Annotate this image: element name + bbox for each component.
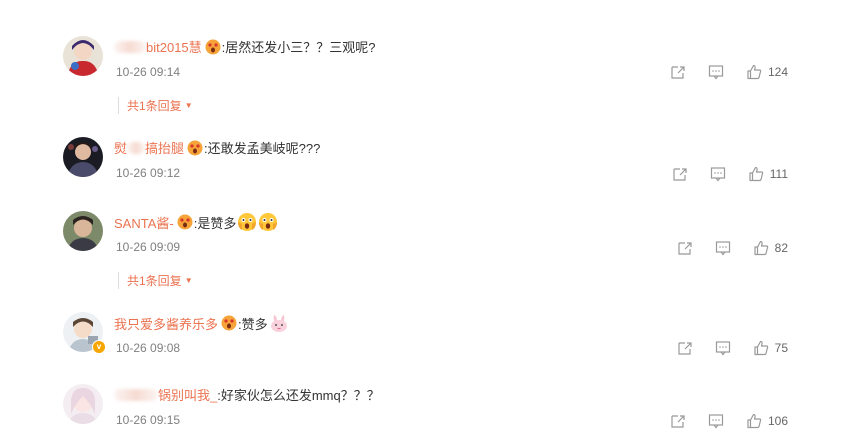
reply-toggle[interactable]: 共1条回复 ▼ [118,272,193,289]
comment-text: :好家伙怎么还发mmq？？？ [217,388,380,403]
avatar-image [63,211,103,251]
like-count: 124 [767,65,788,79]
action-bar: 75 [677,340,788,356]
reply-toggle[interactable]: 共1条回复 ▼ [118,97,193,114]
like-count: 82 [774,241,788,255]
share-button[interactable] [677,340,693,356]
username-prefix: 熨 [114,141,128,156]
verified-badge: v [92,340,106,354]
comment-line: bit2015慧 :居然还发小三？？三观呢? [114,37,376,56]
share-button[interactable] [670,64,686,80]
share-icon [671,66,685,79]
redaction-blur [114,40,146,53]
caret-down-icon: ▼ [184,276,193,285]
comment-line: 锅别叫我_ :好家伙怎么还发mmq？？？ [114,385,380,404]
share-icon [678,242,692,255]
share-button[interactable] [677,240,693,256]
redaction-blur [127,141,146,154]
thumbs-up-icon [747,64,762,80]
like-button[interactable]: 82 [753,240,788,256]
comment-line: SANTA酱- :是赞多 [114,212,278,232]
username-link[interactable]: 锅别叫我_ [158,385,217,404]
comment-text: :还敢发孟美岐呢??? [204,141,321,156]
avatar[interactable] [63,211,103,251]
scream-emoji [205,39,221,55]
comment-line: 我只爱多酱养乐多 :赞多 [114,313,289,333]
avatar[interactable] [63,137,103,177]
comment-button[interactable] [708,413,724,429]
timestamp: 10-26 09:09 [116,240,181,254]
thumbs-up-icon [749,166,763,182]
comment-button[interactable] [710,166,726,182]
caret-down-icon: ▼ [184,101,193,110]
thumbs-up-icon [754,240,768,256]
timestamp: 10-26 09:12 [116,166,181,180]
comment-icon [708,414,724,429]
username-link[interactable]: 搞抬腿 [145,138,184,157]
comment-text: :是赞多 [193,215,237,231]
timestamp: 10-26 09:15 [116,413,181,427]
username-link[interactable]: bit2015慧 [146,37,202,56]
comment-icon [708,65,724,80]
share-icon [673,168,687,181]
action-bar: 106 [670,413,788,429]
share-button[interactable] [670,413,686,429]
comment-button[interactable] [715,240,731,256]
like-button[interactable]: 111 [748,166,788,182]
share-icon [671,415,685,428]
timestamp: 10-26 09:14 [116,65,181,79]
share-icon [678,342,692,355]
avatar-image [63,384,103,424]
like-button[interactable]: 124 [746,64,788,80]
like-count: 111 [769,167,788,181]
action-bar: 82 [677,240,788,256]
like-count: 75 [774,341,788,355]
comment-icon [715,241,730,256]
reply-label: 共1条回复 [127,99,182,113]
thumbs-up-icon [754,340,768,356]
username-link[interactable]: SANTA酱- [114,213,174,232]
reply-label: 共1条回复 [127,274,182,288]
thumbs-up-icon [747,413,762,429]
action-bar: 124 [670,64,788,80]
comment-text: :居然还发小三？？三观呢? [221,40,376,55]
comment-text: :赞多 [238,316,268,332]
scream-emoji [177,214,193,230]
redaction-blur [114,388,158,401]
avatar-image [63,137,103,177]
scream-emoji [258,212,278,232]
action-bar: 111 [672,166,788,182]
avatar[interactable] [63,384,103,424]
scream-emoji [221,315,237,331]
like-button[interactable]: 75 [753,340,788,356]
comment-line: 熨 搞抬腿 :还敢发孟美岐呢??? [114,138,320,157]
comment-button[interactable] [715,340,731,356]
like-count: 106 [767,414,788,428]
username-link[interactable]: 我只爱多酱养乐多 [114,314,218,333]
bunny-emoji [269,313,289,333]
comment-icon [715,341,730,356]
scream-emoji [187,140,203,156]
share-button[interactable] [672,166,688,182]
timestamp: 10-26 09:08 [116,341,181,355]
like-button[interactable]: 106 [746,413,788,429]
comment-button[interactable] [708,64,724,80]
comment-icon [710,167,725,182]
avatar[interactable] [63,36,103,76]
avatar-image [63,36,103,76]
scream-emoji [237,212,257,232]
